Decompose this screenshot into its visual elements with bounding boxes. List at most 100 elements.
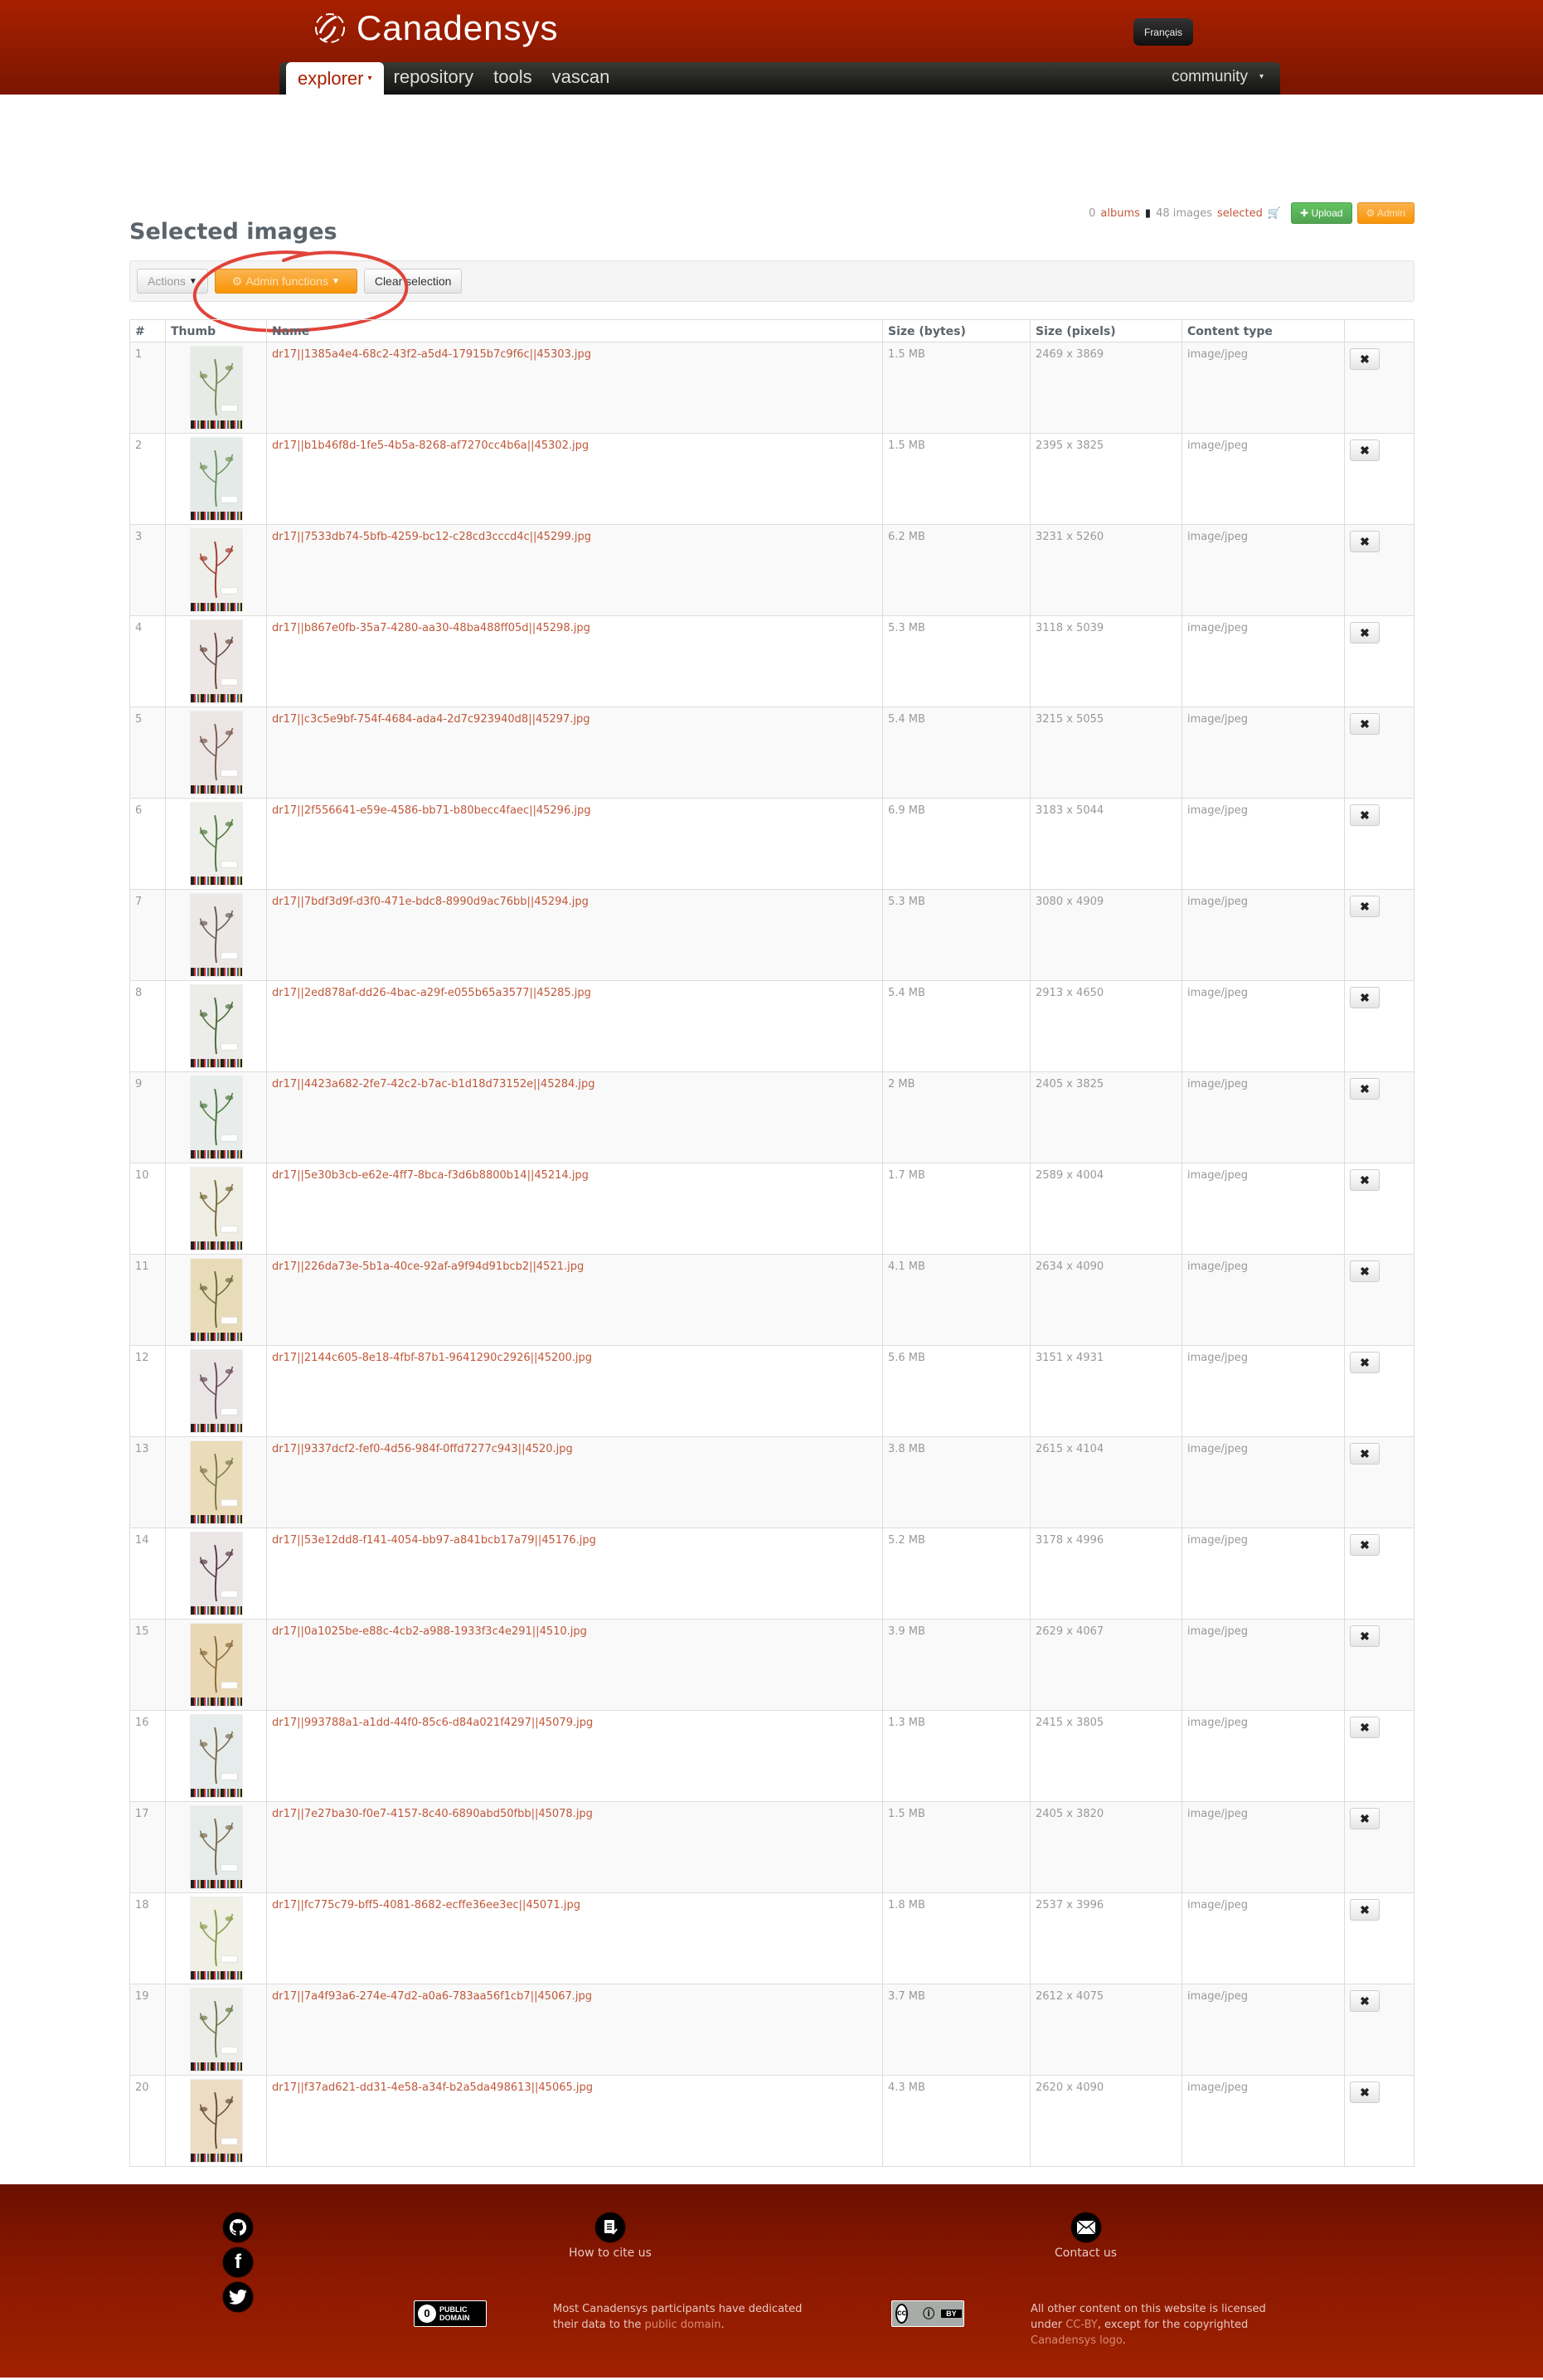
upload-button[interactable]: ✚ Upload: [1291, 202, 1352, 224]
brand-link[interactable]: Canadensys: [312, 8, 558, 48]
remove-from-selection-button[interactable]: ✖: [1350, 1352, 1380, 1373]
thumbnail-image[interactable]: [189, 1440, 243, 1524]
github-icon[interactable]: [222, 2212, 254, 2243]
language-toggle-button[interactable]: Français: [1133, 18, 1193, 46]
thumbnail-image[interactable]: [189, 1623, 243, 1707]
thumbnail-image[interactable]: [189, 1349, 243, 1433]
thumbnail-image[interactable]: [189, 1167, 243, 1251]
image-name-link[interactable]: dr17||1385a4e4-68c2-43f2-a5d4-17915b7c9f…: [272, 348, 591, 361]
how-to-cite-link[interactable]: How to cite us: [569, 2212, 652, 2260]
clear-selection-button[interactable]: Clear selection: [363, 269, 463, 294]
remove-from-selection-button[interactable]: ✖: [1350, 1899, 1380, 1921]
twitter-icon[interactable]: [222, 2281, 254, 2313]
size-bytes-cell: 4.3 MB: [882, 2075, 1031, 2167]
thumbnail-image[interactable]: [189, 1805, 243, 1889]
remove-from-selection-button[interactable]: ✖: [1350, 1260, 1380, 1282]
size-pixels-cell: 3080 x 4909: [1030, 889, 1182, 981]
document-pencil-icon: [594, 2212, 626, 2243]
remove-from-selection-button[interactable]: ✖: [1350, 440, 1380, 461]
remove-from-selection-button[interactable]: ✖: [1350, 1443, 1380, 1464]
remove-from-selection-button[interactable]: ✖: [1350, 896, 1380, 917]
actions-dropdown-button[interactable]: Actions ▼: [137, 269, 208, 294]
image-name-link[interactable]: dr17||0a1025be-e88c-4cb2-a988-1933f3c4e2…: [272, 1625, 587, 1638]
remove-from-selection-button[interactable]: ✖: [1350, 1534, 1380, 1556]
cc-by-badge[interactable]: cc ⓘ BY: [891, 2300, 964, 2327]
remove-from-selection-button[interactable]: ✖: [1350, 1808, 1380, 1829]
image-name-link[interactable]: dr17||2144c605-8e18-4fbf-87b1-9641290c29…: [272, 1352, 592, 1364]
image-name-link[interactable]: dr17||2ed878af-dd26-4bac-a29f-e055b65a35…: [272, 987, 591, 999]
remove-from-selection-button[interactable]: ✖: [1350, 987, 1380, 1008]
size-pixels-cell: 3178 x 4996: [1030, 1528, 1182, 1620]
thumbnail-image[interactable]: [189, 1897, 243, 1980]
row-number: 15: [129, 1619, 166, 1711]
image-name-link[interactable]: dr17||993788a1-a1dd-44f0-85c6-d84a021f42…: [272, 1717, 593, 1729]
gear-icon: ⚙: [231, 274, 243, 288]
public-domain-badge[interactable]: 0 PUBLIC DOMAIN: [414, 2300, 487, 2327]
thumbnail-image[interactable]: [189, 1258, 243, 1342]
size-pixels-cell: 3231 x 5260: [1030, 524, 1182, 616]
image-name-link[interactable]: dr17||4423a682-2fe7-42c2-b7ac-b1d18d7315…: [272, 1078, 595, 1090]
thumbnail-image[interactable]: [189, 893, 243, 977]
image-name-link[interactable]: dr17||9337dcf2-fef0-4d56-984f-0ffd7277c9…: [272, 1443, 573, 1455]
remove-from-selection-button[interactable]: ✖: [1350, 804, 1380, 826]
public-domain-link[interactable]: public domain: [645, 2319, 721, 2331]
image-name-link[interactable]: dr17||226da73e-5b1a-40ce-92af-a9f94d91bc…: [272, 1260, 584, 1273]
image-name-link[interactable]: dr17||b1b46f8d-1fe5-4b5a-8268-af7270cc4b…: [272, 440, 589, 452]
remove-from-selection-button[interactable]: ✖: [1350, 1078, 1380, 1100]
image-name-link[interactable]: dr17||7a4f93a6-274e-47d2-a0a6-783aa56f1c…: [272, 1990, 592, 2003]
thumbnail-image[interactable]: [189, 802, 243, 886]
remove-from-selection-button[interactable]: ✖: [1350, 1169, 1380, 1191]
thumbnail-image[interactable]: [189, 1076, 243, 1159]
contact-us-link[interactable]: Contact us: [1055, 2212, 1117, 2260]
nav-tools[interactable]: tools: [483, 62, 541, 95]
name-cell: dr17||993788a1-a1dd-44f0-85c6-d84a021f42…: [266, 1710, 883, 1802]
remove-from-selection-button[interactable]: ✖: [1350, 622, 1380, 644]
remove-from-selection-button[interactable]: ✖: [1350, 2081, 1380, 2103]
canadensys-logo-link[interactable]: Canadensys logo: [1031, 2334, 1123, 2347]
remove-cell: ✖: [1344, 1619, 1414, 1711]
thumbnail-image[interactable]: [189, 619, 243, 703]
facebook-icon[interactable]: f: [222, 2246, 254, 2278]
albums-link[interactable]: albums: [1100, 207, 1140, 220]
remove-from-selection-button[interactable]: ✖: [1350, 531, 1380, 552]
thumbnail-image[interactable]: [189, 346, 243, 430]
content-type-cell: image/jpeg: [1182, 342, 1345, 434]
nav-community[interactable]: community ▾: [1162, 62, 1274, 95]
image-name-link[interactable]: dr17||53e12dd8-f141-4054-bb97-a841bcb17a…: [272, 1534, 596, 1547]
table-row: 20 dr17||f37ad621-dd31-4e58-a34f-b2a5da49…: [129, 2075, 1414, 2167]
image-name-link[interactable]: dr17||2f556641-e59e-4586-bb71-b80becc4fa…: [272, 804, 590, 817]
image-name-link[interactable]: dr17||fc775c79-bff5-4081-8682-ecffe36ee3…: [272, 1899, 580, 1911]
nav-vascan[interactable]: vascan: [542, 62, 620, 95]
size-bytes-cell: 5.4 MB: [882, 707, 1031, 799]
image-name-link[interactable]: dr17||c3c5e9bf-754f-4684-ada4-2d7c923940…: [272, 713, 590, 726]
remove-from-selection-button[interactable]: ✖: [1350, 1717, 1380, 1738]
remove-from-selection-button[interactable]: ✖: [1350, 348, 1380, 370]
thumbnail-image[interactable]: [189, 1988, 243, 2072]
image-name-link[interactable]: dr17||b867e0fb-35a7-4280-aa30-48ba488ff0…: [272, 622, 590, 634]
thumbnail-image[interactable]: [189, 1714, 243, 1798]
cc-by-link[interactable]: CC-BY: [1065, 2319, 1098, 2331]
image-name-link[interactable]: dr17||5e30b3cb-e62e-4ff7-8bca-f3d6b8800b…: [272, 1169, 589, 1182]
nav-explorer[interactable]: explorer ▾: [286, 62, 384, 95]
remove-from-selection-button[interactable]: ✖: [1350, 1990, 1380, 2012]
thumbnail-image[interactable]: [189, 711, 243, 794]
image-name-link[interactable]: dr17||7e27ba30-f0e7-4157-8c40-6890abd50f…: [272, 1808, 593, 1820]
content-type-cell: image/jpeg: [1182, 798, 1345, 890]
content-type-cell: image/jpeg: [1182, 1436, 1345, 1528]
nav-repository[interactable]: repository: [384, 62, 484, 95]
remove-from-selection-button[interactable]: ✖: [1350, 713, 1380, 735]
admin-button[interactable]: ⚙ Admin: [1356, 202, 1414, 224]
image-name-link[interactable]: dr17||7533db74-5bfb-4259-bc12-c28cd3cccd…: [272, 531, 591, 543]
thumbnail-image[interactable]: [189, 437, 243, 521]
thumbnail-image[interactable]: [189, 984, 243, 1068]
thumbnail-image[interactable]: [189, 528, 243, 612]
image-name-link[interactable]: dr17||7bdf3d9f-d3f0-471e-bdc8-8990d9ac76…: [272, 896, 589, 908]
size-bytes-cell: 4.1 MB: [882, 1254, 1031, 1346]
thumbnail-image[interactable]: [189, 2079, 243, 2163]
thumbnail-image[interactable]: [189, 1532, 243, 1615]
size-pixels-cell: 2405 x 3825: [1030, 1071, 1182, 1163]
remove-from-selection-button[interactable]: ✖: [1350, 1625, 1380, 1647]
admin-functions-dropdown-button[interactable]: ⚙ Admin functions ▼: [214, 269, 357, 294]
image-name-link[interactable]: dr17||f37ad621-dd31-4e58-a34f-b2a5da4986…: [272, 2081, 593, 2094]
images-selected-link[interactable]: selected: [1217, 207, 1263, 220]
